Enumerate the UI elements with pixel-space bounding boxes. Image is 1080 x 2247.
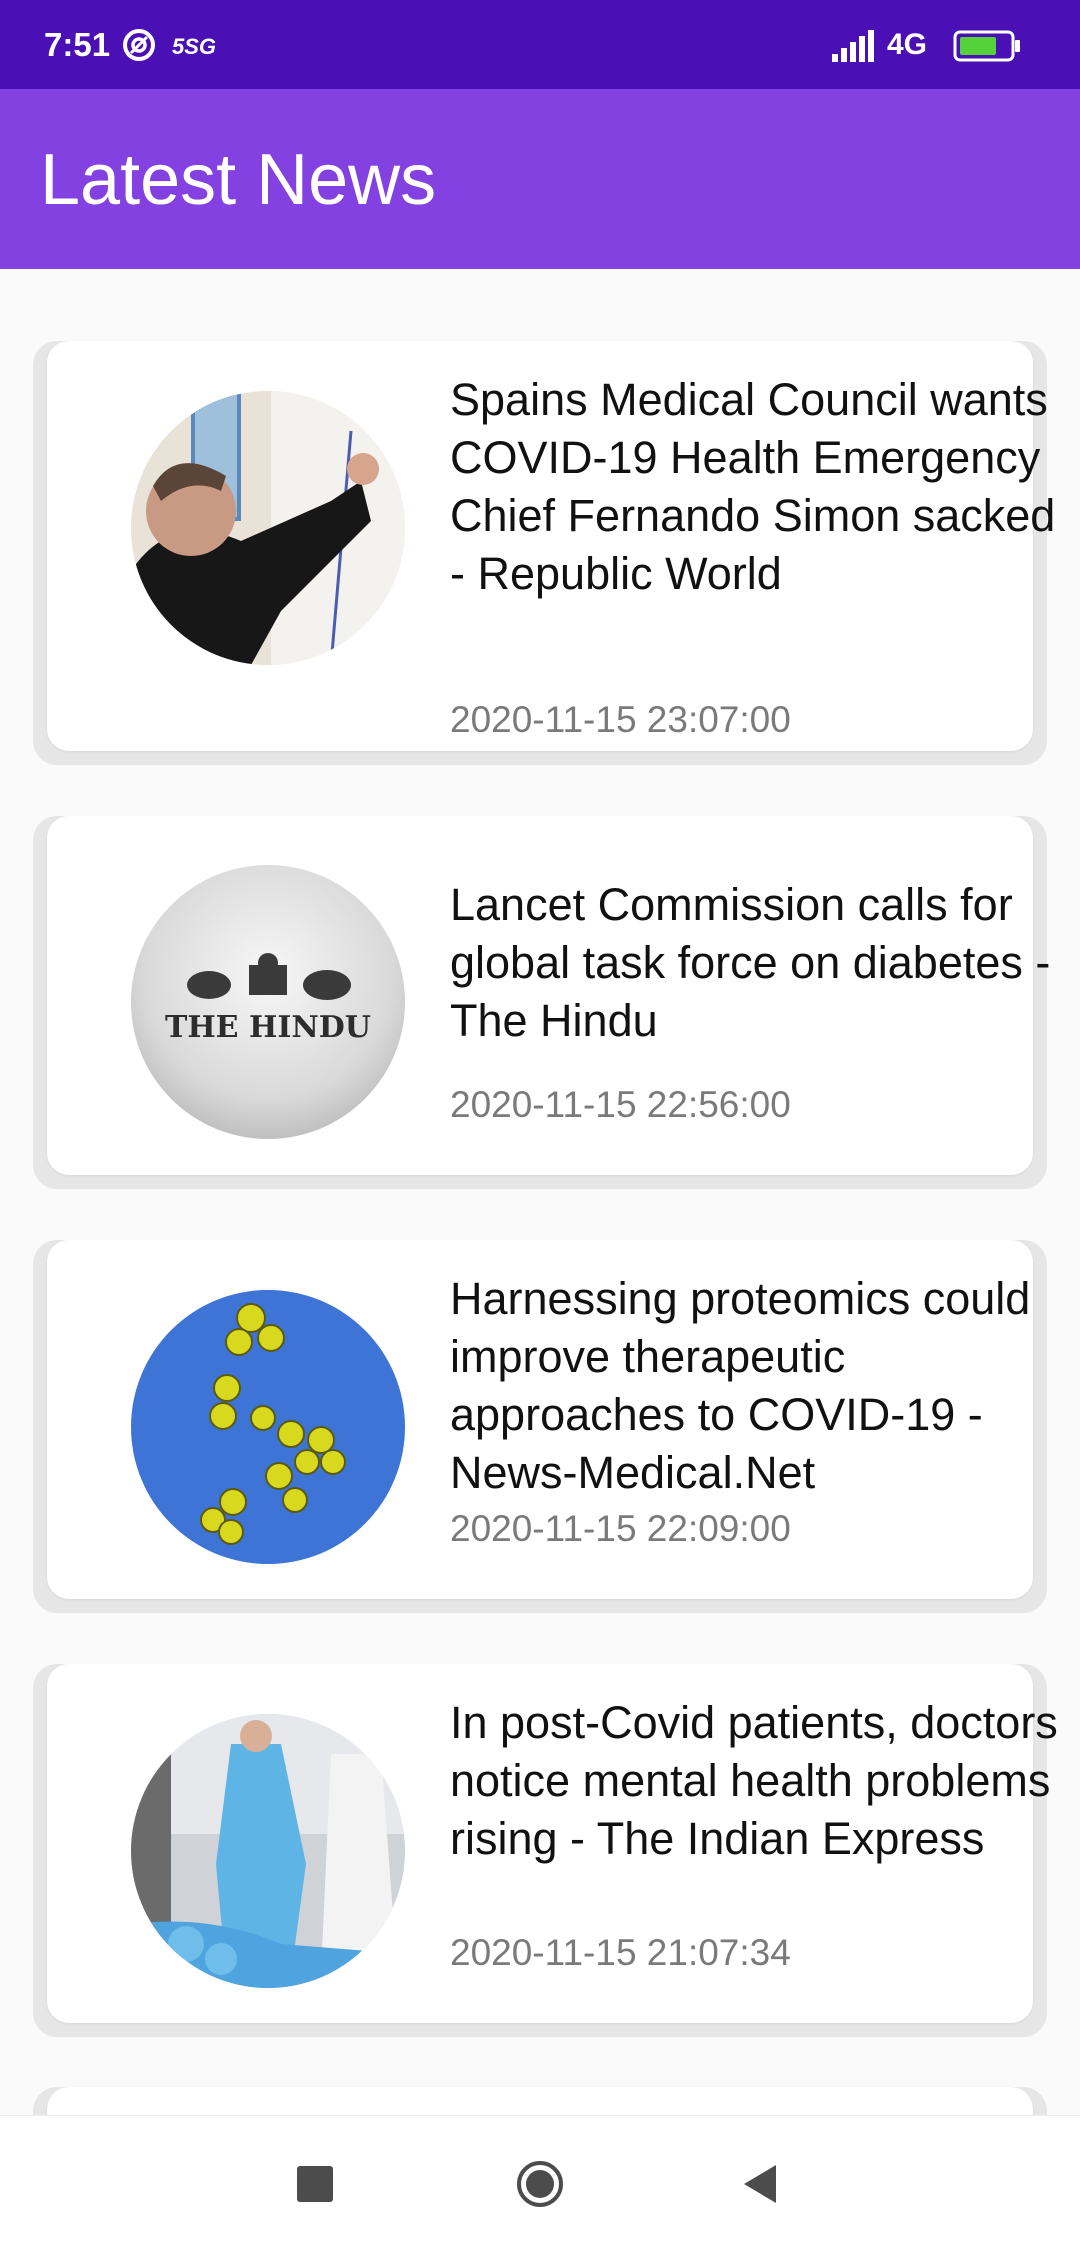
news-thumbnail: THE HINDU bbox=[131, 865, 405, 1139]
carrier-badge: 5SG bbox=[172, 34, 217, 59]
virus-particles-image bbox=[131, 1290, 405, 1564]
news-headline: Lancet Commission calls for global task … bbox=[450, 879, 1051, 1046]
news-card[interactable]: Harnessing proteomics could improve ther… bbox=[33, 1240, 1047, 1613]
at-icon bbox=[123, 29, 155, 61]
news-headline: In post-Covid patients, doctors notice m… bbox=[450, 1697, 1058, 1864]
news-card-surface[interactable]: Harnessing proteomics could improve ther… bbox=[47, 1240, 1033, 1599]
news-thumbnail bbox=[131, 1290, 405, 1564]
news-card[interactable]: In post-Covid patients, doctors notice m… bbox=[33, 1664, 1058, 2037]
news-card-surface[interactable]: In post-Covid patients, doctors notice m… bbox=[47, 1664, 1058, 2023]
news-list[interactable]: Spains Medical Council wants COVID-19 He… bbox=[0, 269, 1080, 2115]
the-hindu-logo-image: THE HINDU bbox=[131, 865, 405, 1139]
news-card-surface[interactable] bbox=[47, 2087, 1033, 2115]
system-nav-bar bbox=[0, 2115, 1080, 2247]
news-card[interactable]: THE HINDU Lancet Commission calls for gl… bbox=[33, 816, 1050, 1189]
svg-text:THE HINDU: THE HINDU bbox=[165, 1010, 371, 1045]
news-card-surface[interactable]: Spains Medical Council wants COVID-19 He… bbox=[47, 341, 1055, 751]
page-title: Latest News bbox=[40, 140, 437, 220]
home-icon[interactable] bbox=[515, 2159, 565, 2209]
news-thumbnail bbox=[131, 391, 405, 665]
news-date: 2020-11-15 22:56:00 bbox=[450, 1084, 791, 1125]
app-bar: Latest News bbox=[0, 89, 1080, 269]
signal-icon bbox=[832, 30, 874, 62]
news-date: 2020-11-15 22:09:00 bbox=[450, 1508, 791, 1549]
news-card-surface[interactable]: THE HINDU Lancet Commission calls for gl… bbox=[47, 816, 1050, 1175]
news-date: 2020-11-15 21:07:34 bbox=[450, 1932, 791, 1973]
health-workers-ppe-image bbox=[131, 1714, 405, 1988]
news-date: 2020-11-15 23:07:00 bbox=[450, 699, 791, 740]
man-at-whiteboard-image bbox=[131, 391, 405, 665]
status-bar: 7:51 5SG 4G bbox=[0, 0, 1080, 89]
status-time: 7:51 bbox=[44, 26, 111, 63]
back-icon[interactable] bbox=[742, 2163, 778, 2205]
recents-icon[interactable] bbox=[297, 2166, 333, 2202]
news-card[interactable]: Spains Medical Council wants COVID-19 He… bbox=[33, 341, 1055, 765]
battery-icon bbox=[953, 30, 1020, 62]
news-headline: Spains Medical Council wants COVID-19 He… bbox=[450, 374, 1056, 599]
news-card[interactable] bbox=[33, 2087, 1047, 2115]
news-thumbnail bbox=[131, 1714, 405, 1988]
network-type: 4G bbox=[887, 28, 928, 61]
news-headline: Harnessing proteomics could improve ther… bbox=[450, 1273, 1031, 1498]
